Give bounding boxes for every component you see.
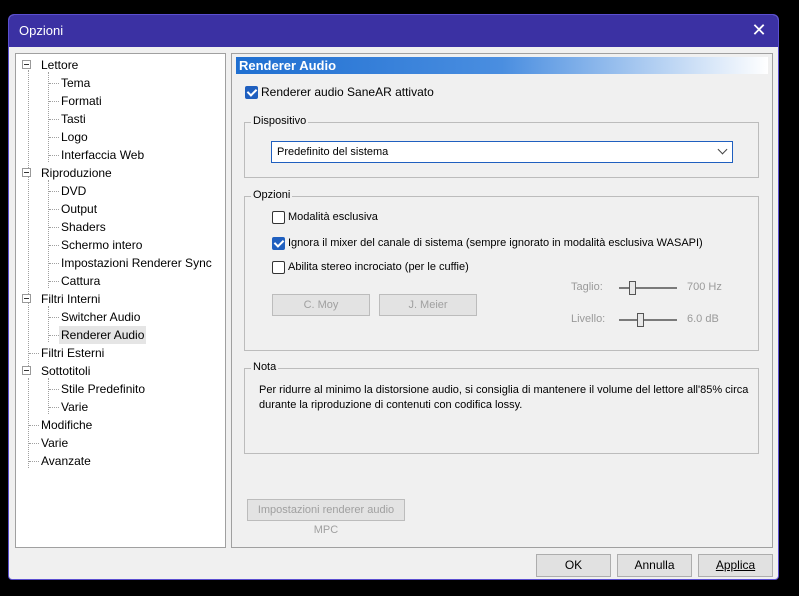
note-line-2: durante la riproduzione di contenuti con… [259, 399, 523, 411]
collapse-icon[interactable] [22, 294, 31, 303]
level-value: 6.0 dB [687, 313, 719, 325]
cmoy-button[interactable]: C. Moy [272, 294, 370, 316]
options-group: Opzioni Modalità esclusiva Ignora il mix… [244, 189, 759, 351]
note-group: Nota Per ridurre al minimo la distorsion… [244, 361, 759, 454]
device-select-value: Predefinito del sistema [277, 146, 389, 158]
collapse-icon[interactable] [22, 366, 31, 375]
panel-title: Renderer Audio [236, 57, 768, 74]
ok-button[interactable]: OK [536, 554, 611, 577]
window-title: Opzioni [19, 23, 64, 38]
cancel-button[interactable]: Annulla [617, 554, 692, 577]
options-group-title: Opzioni [251, 189, 293, 201]
mpc-renderer-settings-button[interactable]: Impostazioni renderer audio MPC [247, 499, 405, 536]
cut-slider[interactable] [619, 287, 677, 289]
note-line-1: Per ridurre al minimo la distorsione aud… [259, 384, 749, 396]
note-group-title: Nota [251, 361, 279, 373]
options-dialog: Opzioni ✕ Lettore Tema Formati Tasti Log… [8, 14, 779, 580]
cut-label: Taglio: [571, 281, 603, 293]
cut-slider-thumb[interactable] [629, 281, 637, 295]
close-icon[interactable]: ✕ [748, 20, 770, 42]
ignore-mixer-checkbox[interactable] [272, 237, 285, 250]
device-select[interactable]: Predefinito del sistema [271, 141, 733, 163]
collapse-icon[interactable] [22, 168, 31, 177]
exclusive-mode-checkbox[interactable] [272, 211, 285, 224]
cut-value: 700 Hz [687, 281, 722, 293]
crossfeed-label: Abilita stereo incrociato (per le cuffie… [288, 261, 469, 273]
jmeier-button[interactable]: J. Meier [379, 294, 477, 316]
chevron-down-icon [717, 144, 728, 155]
device-group-title: Dispositivo [251, 115, 309, 127]
options-tree[interactable]: Lettore Tema Formati Tasti Logo Interfac… [15, 53, 226, 548]
renderer-audio-panel: Renderer Audio Renderer audio SaneAR att… [231, 53, 773, 548]
collapse-icon[interactable] [22, 60, 31, 69]
level-label: Livello: [571, 313, 606, 325]
level-slider-thumb[interactable] [636, 313, 644, 327]
exclusive-mode-label: Modalità esclusiva [288, 211, 378, 223]
device-group: Dispositivo Predefinito del sistema [244, 115, 759, 178]
enable-saneAR-checkbox[interactable] [245, 86, 258, 99]
apply-button[interactable]: Applica [698, 554, 773, 577]
level-slider[interactable] [619, 319, 677, 321]
title-bar[interactable]: Opzioni ✕ [9, 15, 778, 47]
crossfeed-checkbox[interactable] [272, 261, 285, 274]
ignore-mixer-label: Ignora il mixer del canale di sistema (s… [288, 237, 703, 249]
enable-saneAR-label: Renderer audio SaneAR attivato [261, 85, 434, 99]
